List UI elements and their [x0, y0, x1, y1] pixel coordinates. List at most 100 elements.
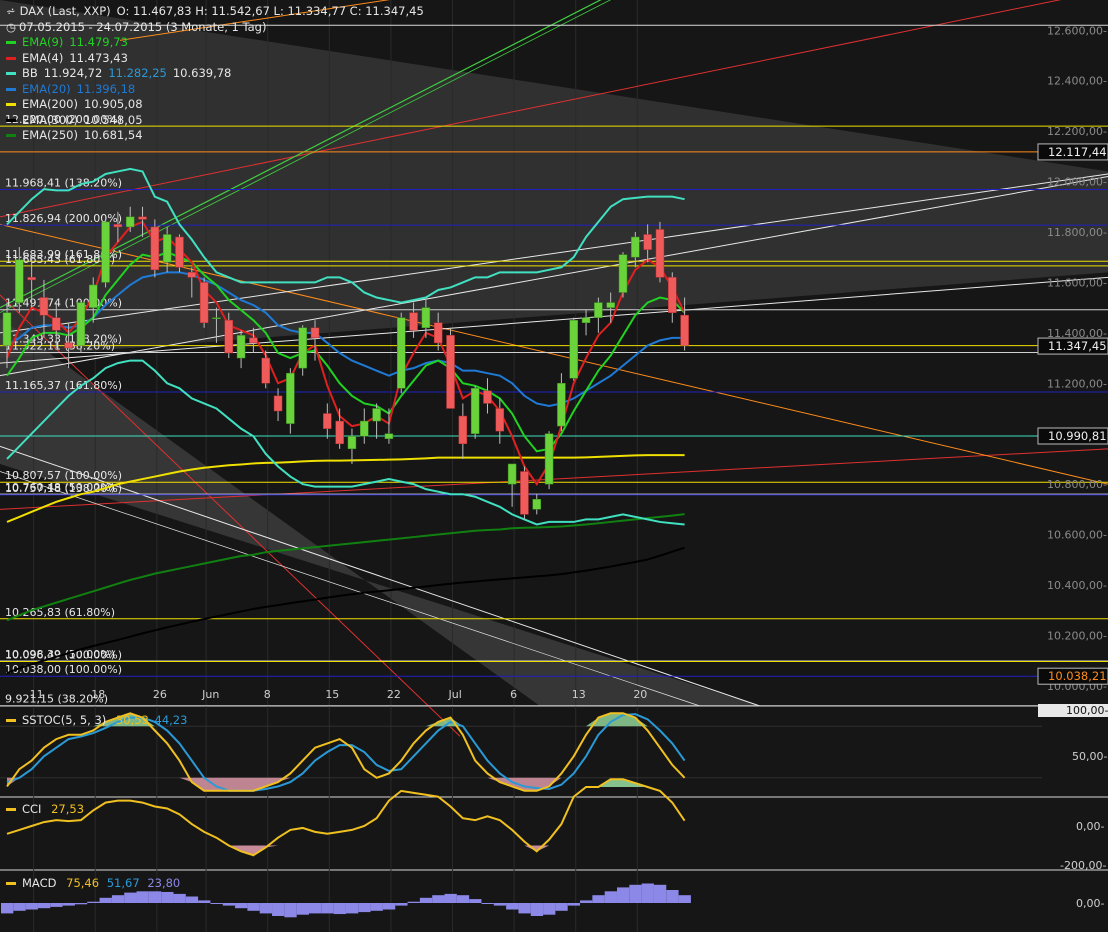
candle-up [76, 302, 86, 346]
macd-hist-bar [309, 903, 322, 914]
legend-label: EMA(4) [22, 50, 64, 65]
x-axis-label: Jun [201, 688, 219, 701]
y-axis-label: 12.400,00- [1047, 75, 1107, 88]
stoch-d-value: 44,23 [154, 713, 188, 727]
candle-down [175, 236, 184, 268]
candle-down [323, 413, 332, 429]
macd-hist-bar [506, 903, 519, 910]
macd-hist-bar [13, 903, 26, 911]
x-axis-label: Jul [448, 688, 462, 701]
fib-level-label: 11.322,11 (38.20%) [5, 339, 115, 352]
legend-swatch [6, 118, 16, 122]
candle-up [2, 312, 12, 346]
candle-down [224, 319, 234, 354]
candle-up [606, 302, 615, 308]
macd-hist-bar [1, 903, 14, 914]
macd-hist-bar [333, 903, 346, 915]
x-axis-label: 20 [633, 688, 647, 701]
macd-hist-bar [678, 895, 691, 903]
candle-up [569, 319, 578, 379]
candle-down [27, 277, 36, 281]
candle-up [212, 317, 221, 319]
candle-down [64, 342, 73, 349]
macd-hist-bar [518, 903, 531, 914]
candle-down [261, 357, 270, 384]
macd-hist-bar [272, 903, 285, 916]
candle-down [273, 395, 283, 412]
legend-row: EMA(200) 10.905,08 [6, 97, 424, 113]
candle-up [594, 302, 603, 318]
macd-hist-bar [530, 903, 544, 916]
candle-down [668, 277, 677, 313]
y-axis-label: 11.800,00- [1047, 226, 1107, 239]
macd-hist-bar [37, 903, 51, 909]
legend-label: EMA(200) [22, 97, 78, 111]
legend-row: EMA(250) 10.681,54 [6, 128, 424, 144]
macd-hist-bar [124, 892, 137, 903]
macd-hist-bar [62, 903, 75, 906]
y-axis-label: 12.000,00- [1047, 176, 1107, 189]
macd-hist-value: 23,80 [147, 876, 181, 890]
macd-hist-bar [469, 899, 482, 903]
macd-hist-bar [419, 897, 433, 903]
cci-value: 27,53 [51, 802, 85, 816]
macd-hist-bar [50, 903, 63, 907]
macd-label: MACD [22, 876, 57, 890]
candle-up [101, 221, 110, 283]
candle-down [199, 282, 209, 323]
stoch-label: SSTOC(5, 5, 3) [22, 713, 107, 727]
macd-legend: MACD 75,46 51,67 23,80 [6, 876, 180, 890]
macd-hist-bar [617, 887, 630, 903]
legend-label: EMA(20) [22, 81, 71, 96]
candle-up [15, 259, 24, 303]
candle-down [39, 297, 49, 316]
x-axis-label: 26 [153, 688, 167, 701]
macd-hist-bar [222, 903, 236, 906]
macd-hist-bar [87, 901, 100, 903]
legend-row: EMA(4) 11.473,43 [6, 51, 424, 67]
period-label: 07.05.2015 - 24.07.2015 (3 Monate, 1 Tag… [19, 19, 267, 34]
macd-hist-bar [185, 896, 199, 903]
legend-value-lower: 10.639,78 [172, 66, 232, 80]
macd-hist-bar [198, 900, 211, 903]
candle-down [187, 272, 197, 278]
macd-hist-bar [407, 901, 420, 903]
candle-down [433, 322, 443, 344]
legend-label: BB [22, 66, 38, 80]
price-tag: 12.117,44 [1048, 145, 1107, 159]
legend-value: 11.479,73 [69, 35, 128, 49]
candle-up [347, 435, 357, 450]
candle-up [125, 216, 135, 228]
macd-hist-bar [247, 903, 260, 911]
legend-value: 11.473,43 [69, 50, 128, 65]
fib-level-label: 11.968,41 (138.20%) [5, 177, 122, 190]
candle-up [396, 317, 406, 389]
macd-hist-bar [148, 891, 162, 903]
candle-up [631, 236, 640, 258]
cci-axis-label: 0,00- [1076, 820, 1104, 833]
candle-down [138, 216, 147, 220]
y-axis-label: 11.200,00- [1047, 377, 1107, 390]
macd-hist-bar [604, 891, 617, 903]
macd-hist-bar [111, 895, 125, 903]
macd-axis-label: 0,00- [1076, 897, 1104, 910]
price-tag: 10.038,21 [1048, 669, 1107, 683]
macd-hist-bar [382, 903, 396, 910]
candle-up [162, 234, 172, 263]
legend-swatch [6, 134, 16, 138]
macd-hist-bar [493, 903, 507, 906]
legend-swatch [6, 56, 16, 60]
candle-up [88, 284, 98, 308]
macd-hist-bar [284, 903, 297, 918]
price-tag: 10.990,81 [1048, 429, 1107, 443]
clock-icon: ◷ [6, 19, 17, 34]
chart-symbol-icon: ⩫ [6, 4, 16, 18]
symbol-label: DAX (Last, XXP) [19, 4, 111, 18]
candle-up [360, 420, 369, 437]
legend-row: BB 11.924,72 11.282,25 10.639,78 [6, 66, 424, 82]
cci-label: CCI [22, 802, 42, 816]
macd-hist-bar [481, 903, 494, 904]
macd-hist-bar [210, 903, 223, 904]
candle-down [680, 314, 689, 346]
legend-value: 10.905,08 [83, 97, 143, 111]
